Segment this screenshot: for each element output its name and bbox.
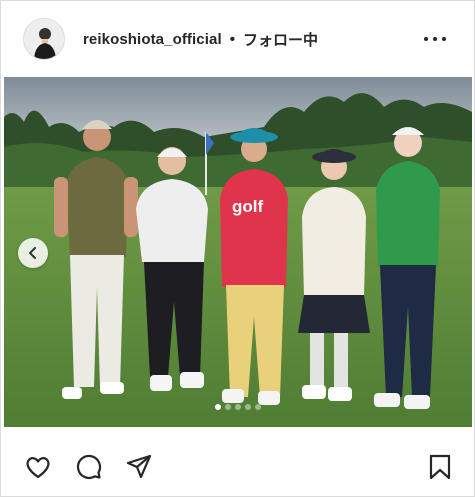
more-dot (424, 37, 428, 41)
carousel-dot (245, 404, 251, 410)
carousel-dot (255, 404, 261, 410)
carousel-dot (225, 404, 231, 410)
instagram-post: reikoshiota_official • フォロー中 golf (0, 0, 475, 497)
profile-avatar[interactable] (23, 18, 65, 60)
bookmark-icon (429, 454, 451, 480)
comment-button[interactable] (75, 453, 103, 481)
save-button[interactable] (426, 453, 454, 481)
heart-icon (26, 457, 50, 479)
post-photo[interactable]: golf (4, 77, 472, 427)
golf-group-photo: golf (4, 77, 472, 427)
post-header: reikoshiota_official • フォロー中 (1, 1, 474, 77)
share-button[interactable] (125, 453, 153, 481)
send-icon (126, 454, 152, 479)
shirt-print: golf (232, 197, 263, 216)
carousel-dot-active (215, 404, 221, 410)
like-button[interactable] (24, 453, 52, 481)
carousel-prev-button[interactable] (18, 238, 48, 268)
carousel-dot (235, 404, 241, 410)
header-separator: • (229, 30, 235, 48)
chevron-left-icon (29, 247, 36, 259)
username-link[interactable]: reikoshiota_official (83, 31, 222, 48)
action-bar (1, 427, 474, 497)
carousel-indicator (4, 404, 472, 410)
comment-icon (76, 454, 102, 480)
following-button[interactable]: フォロー中 (243, 29, 318, 50)
more-dot (433, 37, 437, 41)
more-options-icon[interactable] (424, 29, 446, 49)
more-dot (442, 37, 446, 41)
avatar-image (24, 19, 64, 59)
